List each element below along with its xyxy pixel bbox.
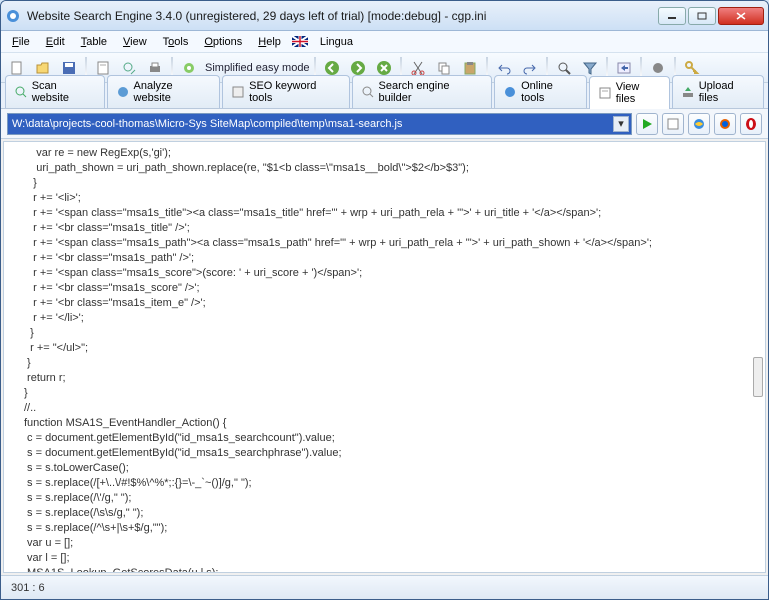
maximize-button[interactable] bbox=[688, 7, 716, 25]
tab-seo[interactable]: SEO keyword tools bbox=[222, 75, 349, 108]
statusbar: 301 : 6 bbox=[1, 575, 768, 599]
analyze-icon bbox=[116, 85, 130, 99]
code-editor[interactable]: var re = new RegExp(s,'gi'); uri_path_sh… bbox=[3, 141, 766, 573]
path-combo[interactable]: W:\data\projects-cool-thomas\Micro-Sys S… bbox=[7, 113, 632, 135]
opera-button[interactable] bbox=[740, 113, 762, 135]
menu-table[interactable]: Table bbox=[74, 34, 114, 50]
tabbar: Scan website Analyze website SEO keyword… bbox=[1, 83, 768, 109]
window-title: Website Search Engine 3.4.0 (unregistere… bbox=[27, 9, 658, 23]
flag-icon bbox=[292, 36, 308, 47]
menu-tools[interactable]: Tools bbox=[156, 34, 196, 50]
upload-icon bbox=[681, 85, 695, 99]
code-content: var re = new RegExp(s,'gi'); uri_path_sh… bbox=[24, 147, 652, 573]
menu-edit[interactable]: Edit bbox=[39, 34, 72, 50]
minimize-button[interactable] bbox=[658, 7, 686, 25]
scan-icon bbox=[14, 85, 28, 99]
window: Website Search Engine 3.4.0 (unregistere… bbox=[0, 0, 769, 600]
edit-file-button[interactable] bbox=[662, 113, 684, 135]
menu-view[interactable]: View bbox=[116, 34, 154, 50]
ie-button[interactable] bbox=[688, 113, 710, 135]
menubar: File Edit Table View Tools Options Help … bbox=[1, 31, 768, 53]
pathbar: W:\data\projects-cool-thomas\Micro-Sys S… bbox=[1, 109, 768, 139]
tab-builder[interactable]: Search engine builder bbox=[352, 75, 493, 108]
cursor-position: 301 : 6 bbox=[11, 582, 45, 594]
path-value: W:\data\projects-cool-thomas\Micro-Sys S… bbox=[12, 118, 402, 130]
view-icon bbox=[598, 86, 612, 100]
menu-help[interactable]: Help bbox=[251, 34, 288, 50]
dropdown-icon[interactable]: ▾ bbox=[613, 116, 629, 132]
menu-options[interactable]: Options bbox=[197, 34, 249, 50]
tab-analyze[interactable]: Analyze website bbox=[107, 75, 221, 108]
tab-view-files[interactable]: View files bbox=[589, 76, 670, 109]
tab-scan[interactable]: Scan website bbox=[5, 75, 105, 108]
app-icon bbox=[5, 8, 21, 24]
scrollbar[interactable] bbox=[753, 357, 763, 397]
titlebar[interactable]: Website Search Engine 3.4.0 (unregistere… bbox=[1, 1, 768, 31]
close-button[interactable] bbox=[718, 7, 764, 25]
seo-icon bbox=[231, 85, 245, 99]
builder-icon bbox=[361, 85, 375, 99]
firefox-button[interactable] bbox=[714, 113, 736, 135]
online-icon bbox=[503, 85, 517, 99]
menu-lingua[interactable]: Lingua bbox=[313, 34, 360, 50]
menu-file[interactable]: File bbox=[5, 34, 37, 50]
tab-online[interactable]: Online tools bbox=[494, 75, 587, 108]
tab-upload[interactable]: Upload files bbox=[672, 75, 764, 108]
run-button[interactable] bbox=[636, 113, 658, 135]
simplified-label[interactable]: Simplified easy mode bbox=[205, 62, 310, 74]
